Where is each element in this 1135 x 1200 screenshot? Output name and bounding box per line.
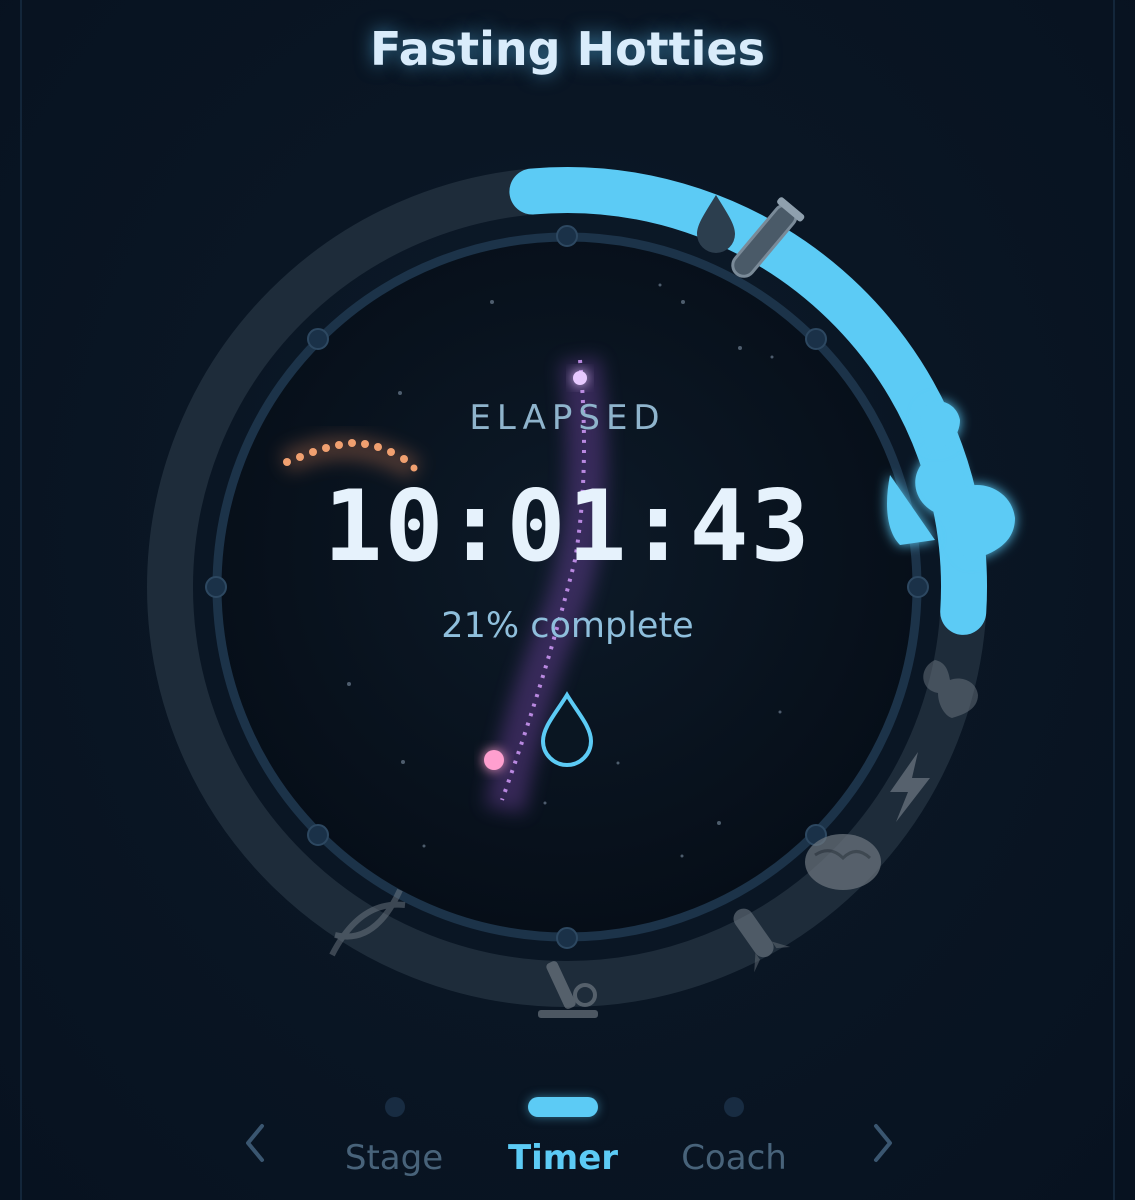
tab-indicator-timer — [528, 1097, 598, 1117]
tab-coach[interactable]: Coach — [681, 1138, 787, 1178]
tab-indicator-stage — [385, 1097, 405, 1117]
tab-timer[interactable]: Timer — [508, 1138, 618, 1178]
brain-icon — [805, 834, 881, 890]
tab-indicator-coach — [724, 1097, 744, 1117]
chevron-right-icon[interactable] — [862, 1118, 902, 1168]
percent-complete: 21% complete — [441, 606, 694, 646]
elapsed-time: 10:01:43 — [323, 470, 812, 584]
tab-stage[interactable]: Stage — [345, 1138, 443, 1178]
elapsed-label: ELAPSED — [469, 398, 666, 438]
chevron-left-icon[interactable] — [236, 1118, 276, 1168]
